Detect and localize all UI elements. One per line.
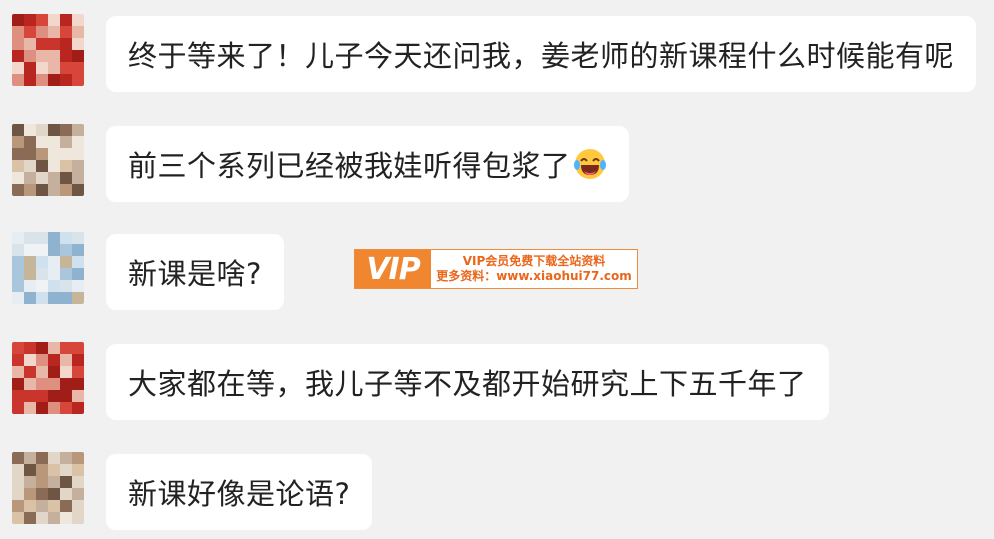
avatar[interactable]: [12, 232, 84, 304]
message-bubble[interactable]: 新课是啥?: [106, 234, 284, 310]
message-bubble[interactable]: 大家都在等，我儿子等不及都开始研究上下五千年了: [106, 344, 829, 420]
watermark-line-2: 更多资料：www.xiaohui77.com: [436, 269, 632, 283]
message-bubble[interactable]: 新课好像是论语?: [106, 454, 373, 530]
message-text: 终于等来了！儿子今天还问我，姜老师的新课程什么时候能有呢: [128, 39, 955, 73]
message-text: 新课是啥?: [128, 257, 262, 291]
avatar[interactable]: [12, 452, 84, 524]
chat-message: 前三个系列已经被我娃听得包浆了: [0, 124, 994, 204]
watermark-text: VIP会员免费下载全站资料 更多资料：www.xiaohui77.com: [431, 250, 637, 288]
message-bubble[interactable]: 前三个系列已经被我娃听得包浆了: [106, 126, 629, 202]
avatar[interactable]: [12, 14, 84, 86]
avatar[interactable]: [12, 342, 84, 414]
laughing-crying-emoji-icon: [573, 149, 606, 179]
message-text: 前三个系列已经被我娃听得包浆了: [128, 149, 571, 183]
message-text: 新课好像是论语?: [128, 477, 351, 511]
chat-message: 新课好像是论语?: [0, 452, 994, 532]
watermark-banner: VIP VIP会员免费下载全站资料 更多资料：www.xiaohui77.com: [354, 249, 638, 289]
message-bubble[interactable]: 终于等来了！儿子今天还问我，姜老师的新课程什么时候能有呢: [106, 16, 977, 92]
message-text: 大家都在等，我儿子等不及都开始研究上下五千年了: [128, 367, 807, 401]
vip-logo: VIP: [355, 250, 431, 288]
chat-thread: 终于等来了！儿子今天还问我，姜老师的新课程什么时候能有呢 前三个系列已经被我娃听…: [0, 0, 994, 539]
avatar[interactable]: [12, 124, 84, 196]
chat-message: 终于等来了！儿子今天还问我，姜老师的新课程什么时候能有呢: [0, 14, 994, 94]
watermark-line-1: VIP会员免费下载全站资料: [462, 254, 606, 268]
chat-message: 大家都在等，我儿子等不及都开始研究上下五千年了: [0, 342, 994, 422]
